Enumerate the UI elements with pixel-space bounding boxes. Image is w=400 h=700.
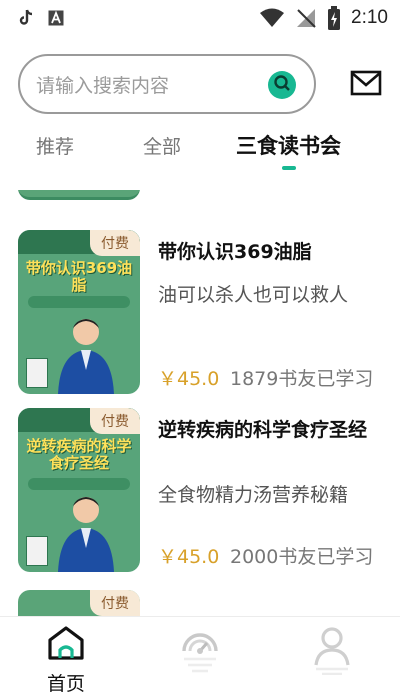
- cover-title: 逆转疾病的科学食疗圣经: [26, 437, 132, 472]
- tab-recommend[interactable]: 推荐: [36, 132, 74, 159]
- tab-reading-club[interactable]: 三食读书会: [236, 130, 341, 160]
- search-input[interactable]: 请输入搜索内容: [18, 54, 316, 114]
- search-row: 请输入搜索内容: [18, 54, 382, 114]
- course-price: ￥45.0: [158, 546, 220, 568]
- next-cover-peek[interactable]: 付费: [18, 590, 140, 616]
- cover-subtitle-bar: [28, 478, 130, 490]
- book-thumbnail: [26, 536, 48, 566]
- paid-badge: 付费: [90, 230, 140, 256]
- app-notification-icon: [48, 10, 64, 26]
- nav-profile[interactable]: [292, 625, 372, 695]
- search-placeholder: 请输入搜索内容: [36, 74, 170, 97]
- course-cover: 付费 带你认识369油脂: [18, 230, 140, 394]
- course-title: 逆转疾病的科学食疗圣经: [158, 419, 368, 441]
- user-icon: [312, 625, 352, 679]
- battery-charging-icon: [327, 6, 341, 30]
- course-cover: 付费 逆转疾病的科学食疗圣经: [18, 408, 140, 572]
- nav-home[interactable]: 首页: [26, 625, 106, 695]
- nav-home-label: 首页: [46, 673, 85, 695]
- active-tab-indicator: [282, 166, 296, 170]
- previous-cover-peek: [18, 190, 140, 200]
- course-learners: 2000书友已学习: [230, 546, 374, 568]
- course-card[interactable]: 付费 逆转疾病的科学食疗圣经 逆转疾病的科学食疗圣经 全食物精力汤营养秘籍 ￥4…: [0, 408, 400, 572]
- clock: 2:10: [351, 7, 388, 28]
- tiktok-icon: [18, 9, 34, 27]
- bottom-navigation: 首页: [0, 616, 400, 700]
- course-list[interactable]: 付费 带你认识369油脂 带你认识369油脂 油可以杀人也可以救人 ￥45.0 …: [0, 190, 400, 616]
- paid-badge: 付费: [90, 590, 140, 616]
- course-title: 带你认识369油脂: [158, 241, 312, 263]
- paid-badge: 付费: [90, 408, 140, 434]
- wifi-icon: [259, 8, 285, 28]
- nav-gauge[interactable]: [160, 625, 240, 695]
- tab-all[interactable]: 全部: [143, 132, 181, 159]
- book-thumbnail: [26, 358, 48, 388]
- search-button[interactable]: [268, 71, 296, 99]
- search-icon: [273, 74, 291, 96]
- course-learners: 1879书友已学习: [230, 368, 374, 390]
- no-signal-icon: [295, 7, 317, 29]
- category-tabs: 推荐 全部 三食读书会: [0, 126, 400, 176]
- status-bar: 2:10: [0, 0, 400, 36]
- cover-title: 带你认识369油脂: [25, 259, 133, 294]
- course-subtitle: 油可以杀人也可以救人: [158, 284, 349, 306]
- author-photo: [54, 490, 118, 572]
- mail-icon: [350, 70, 382, 100]
- course-subtitle: 全食物精力汤营养秘籍: [158, 484, 349, 506]
- cover-subtitle-bar: [28, 296, 130, 308]
- home-icon: [47, 625, 85, 665]
- course-price: ￥45.0: [158, 368, 220, 390]
- author-photo: [54, 312, 118, 394]
- gauge-icon: [180, 625, 220, 679]
- messages-button[interactable]: [350, 70, 382, 98]
- course-card[interactable]: 付费 带你认识369油脂 带你认识369油脂 油可以杀人也可以救人 ￥45.0 …: [0, 230, 400, 394]
